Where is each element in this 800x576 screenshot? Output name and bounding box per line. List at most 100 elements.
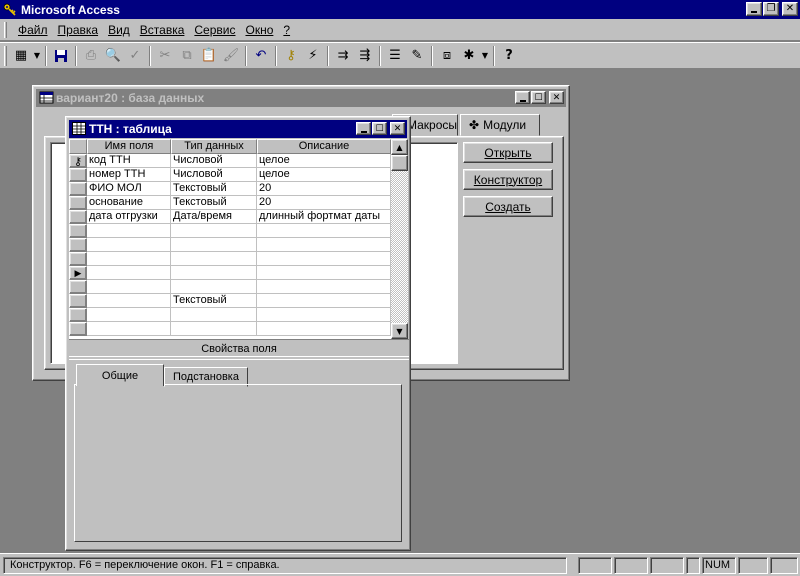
field-name-cell[interactable]: дата отгрузки xyxy=(87,210,171,224)
table-row[interactable]: ▶ xyxy=(69,266,391,280)
row-selector[interactable] xyxy=(69,252,87,266)
cut-icon[interactable]: ✂ xyxy=(154,45,176,67)
description-cell[interactable] xyxy=(257,224,391,238)
undo-icon[interactable]: ↶ xyxy=(250,45,272,67)
close-button[interactable]: ✕ xyxy=(782,2,798,16)
save-icon[interactable] xyxy=(50,45,72,67)
col-header-field-name[interactable]: Имя поля xyxy=(87,139,171,154)
table-row[interactable] xyxy=(69,308,391,322)
data-type-cell[interactable] xyxy=(171,308,257,322)
data-type-cell[interactable]: Числовой xyxy=(171,168,257,182)
table-row[interactable] xyxy=(69,280,391,294)
menu-help[interactable]: ? xyxy=(278,21,295,39)
field-name-cell[interactable] xyxy=(87,238,171,252)
data-type-cell[interactable] xyxy=(171,252,257,266)
db-window-title-bar[interactable]: вариант20 : база данных ☐ ✕ xyxy=(36,89,566,107)
menu-insert[interactable]: Вставка xyxy=(135,21,190,39)
scroll-down-button[interactable]: ▼ xyxy=(391,323,408,339)
description-cell[interactable] xyxy=(257,308,391,322)
properties-icon[interactable]: ☰ xyxy=(384,45,406,67)
access-key-icon[interactable] xyxy=(2,2,18,18)
row-selector[interactable] xyxy=(69,210,87,224)
primary-key-icon[interactable]: ⚷ xyxy=(280,45,302,67)
menu-view[interactable]: Вид xyxy=(103,21,135,39)
table-row[interactable] xyxy=(69,322,391,336)
field-name-cell[interactable] xyxy=(87,294,171,308)
field-name-cell[interactable]: основание xyxy=(87,196,171,210)
print-preview-icon[interactable]: 🔍 xyxy=(102,45,124,67)
data-type-cell[interactable]: Текстовый xyxy=(171,182,257,196)
field-name-cell[interactable] xyxy=(87,322,171,336)
description-cell[interactable] xyxy=(257,294,391,308)
description-cell[interactable] xyxy=(257,238,391,252)
row-selector[interactable] xyxy=(69,182,87,196)
build-icon[interactable]: ✎ xyxy=(406,45,428,67)
minimize-button[interactable] xyxy=(746,2,762,16)
help-icon[interactable]: ? xyxy=(498,45,520,67)
view-table-icon[interactable]: ▦ xyxy=(10,45,32,67)
data-type-cell[interactable] xyxy=(171,238,257,252)
table-minimize-button[interactable] xyxy=(356,122,371,135)
data-type-cell[interactable]: Числовой xyxy=(171,154,257,168)
data-type-cell[interactable]: Текстовый xyxy=(171,196,257,210)
table-row[interactable]: номер ТТН Числовой целое xyxy=(69,168,391,182)
data-type-cell[interactable]: Текстовый xyxy=(171,294,257,308)
paste-icon[interactable]: 📋 xyxy=(198,45,220,67)
menu-tools[interactable]: Сервис xyxy=(189,21,240,39)
data-type-cell[interactable]: Дата/время xyxy=(171,210,257,224)
tab-general[interactable]: Общие xyxy=(76,364,164,386)
row-selector[interactable] xyxy=(69,238,87,252)
description-cell[interactable]: целое xyxy=(257,154,391,168)
table-row[interactable] xyxy=(69,238,391,252)
table-row[interactable]: Текстовый xyxy=(69,294,391,308)
print-icon[interactable]: ⎙ xyxy=(80,45,102,67)
menu-edit[interactable]: Правка xyxy=(53,21,104,39)
format-painter-icon[interactable]: 🖌 xyxy=(220,45,242,67)
field-name-cell[interactable]: номер ТТН xyxy=(87,168,171,182)
col-header-data-type[interactable]: Тип данных xyxy=(171,139,257,154)
table-row[interactable]: дата отгрузки Дата/время длинный фортмат д… xyxy=(69,210,391,224)
table-row[interactable]: ⚷ код ТТН Числовой целое xyxy=(69,154,391,168)
field-name-cell[interactable]: ФИО МОЛ xyxy=(87,182,171,196)
row-selector[interactable]: ▶ xyxy=(69,266,87,280)
menu-window[interactable]: Окно xyxy=(240,21,278,39)
design-button[interactable]: Конструктор xyxy=(463,169,553,190)
field-name-cell[interactable] xyxy=(87,266,171,280)
description-cell[interactable] xyxy=(257,252,391,266)
row-selector[interactable] xyxy=(69,224,87,238)
scroll-thumb[interactable] xyxy=(391,155,408,171)
data-type-cell[interactable] xyxy=(171,224,257,238)
spelling-icon[interactable]: ✓ xyxy=(124,45,146,67)
table-row[interactable]: основание Текстовый 20 xyxy=(69,196,391,210)
table-row[interactable] xyxy=(69,252,391,266)
field-grid[interactable]: Имя поля Тип данных Описание ⚷ код ТТН Чис… xyxy=(69,139,391,339)
field-name-cell[interactable] xyxy=(87,308,171,322)
row-selector[interactable] xyxy=(69,294,87,308)
db-close-button[interactable]: ✕ xyxy=(549,91,564,104)
table-maximize-button[interactable]: ☐ xyxy=(372,122,387,135)
new-object-dropdown-icon[interactable]: ▼ xyxy=(480,45,490,67)
tab-modules[interactable]: ✤ Модули xyxy=(460,114,540,136)
field-name-cell[interactable] xyxy=(87,224,171,238)
create-button[interactable]: Создать xyxy=(463,196,553,217)
row-selector[interactable]: ⚷ xyxy=(69,154,87,168)
menu-file[interactable]: Файл xyxy=(13,21,53,39)
row-selector[interactable] xyxy=(69,196,87,210)
grid-corner[interactable] xyxy=(69,139,87,154)
row-selector[interactable] xyxy=(69,168,87,182)
data-type-cell[interactable] xyxy=(171,280,257,294)
database-window-icon[interactable]: ⧈ xyxy=(436,45,458,67)
description-cell[interactable] xyxy=(257,280,391,294)
open-button[interactable]: Открыть xyxy=(463,142,553,163)
menu-grip[interactable] xyxy=(4,21,7,38)
vertical-scrollbar[interactable]: ▲ ▼ xyxy=(391,139,408,339)
row-selector[interactable] xyxy=(69,322,87,336)
data-type-cell[interactable] xyxy=(171,266,257,280)
row-selector[interactable] xyxy=(69,308,87,322)
table-close-button[interactable]: ✕ xyxy=(390,122,405,135)
field-name-cell[interactable]: код ТТН xyxy=(87,154,171,168)
restore-button[interactable]: ❐ xyxy=(763,2,779,16)
copy-icon[interactable]: ⧉ xyxy=(176,45,198,67)
description-cell[interactable] xyxy=(257,266,391,280)
delete-rows-icon[interactable]: ⇶ xyxy=(354,45,376,67)
